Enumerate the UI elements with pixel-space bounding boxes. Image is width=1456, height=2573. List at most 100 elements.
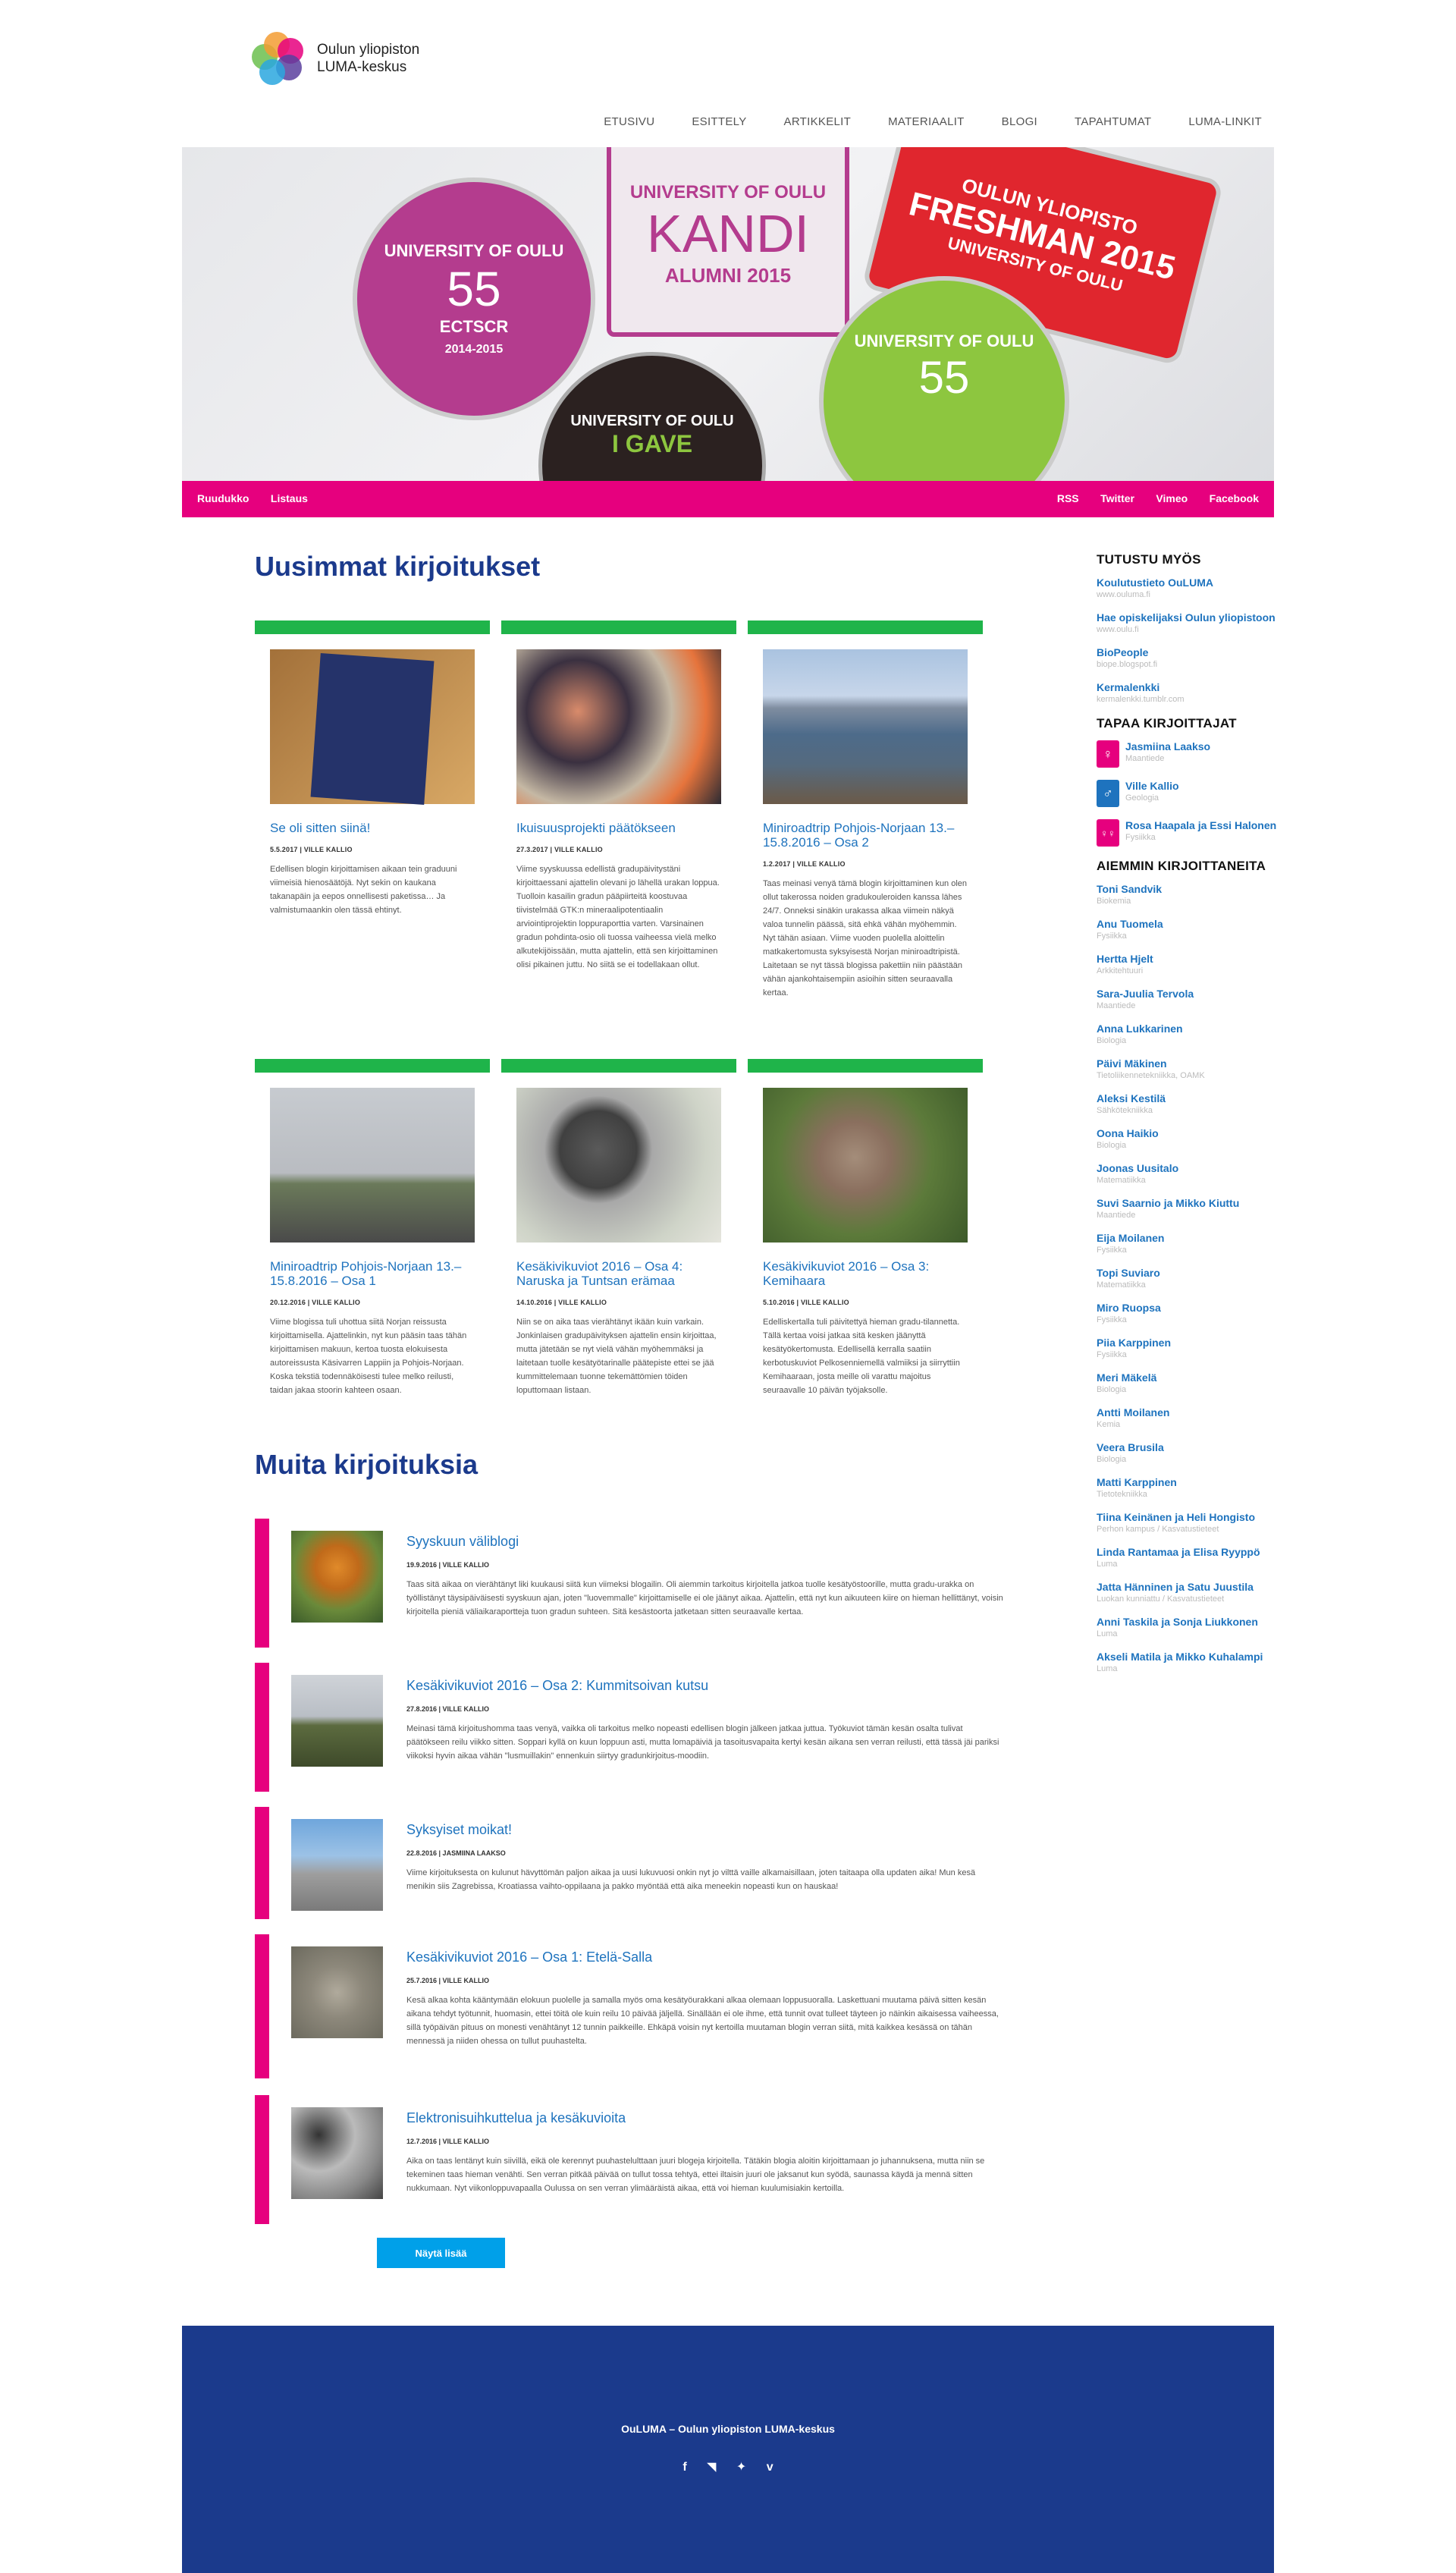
nav-artikkelit[interactable]: ARTIKKELIT — [784, 115, 852, 128]
past-writer-name[interactable]: Matti Karppinen — [1097, 1476, 1286, 1488]
footer-title: OuLUMA – Oulun yliopiston LUMA-keskus — [621, 2423, 835, 2435]
twitter-link[interactable]: Twitter — [1100, 492, 1134, 504]
post-thumb[interactable] — [291, 1946, 383, 2038]
list-post[interactable]: Kesäkivikuviot 2016 – Osa 2: Kummitsoiva… — [255, 1663, 1006, 1792]
post-card[interactable]: Se oli sitten siinä! 5.5.2017 | VILLE KA… — [255, 620, 490, 917]
post-card[interactable]: Miniroadtrip Pohjois-Norjaan 13.–15.8.20… — [748, 620, 983, 1000]
past-writer-name[interactable]: Suvi Saarnio ja Mikko Kiuttu — [1097, 1197, 1286, 1209]
post-card[interactable]: Ikuisuusprojekti päätökseen 27.3.2017 | … — [501, 620, 736, 972]
logo-line1: Oulun yliopiston — [317, 42, 420, 58]
explore-link[interactable]: Kermalenkki — [1097, 681, 1286, 693]
list-post[interactable]: Elektronisuihkuttelua ja kesäkuvioita 12… — [255, 2095, 1006, 2224]
past-writer-name[interactable]: Antti Moilanen — [1097, 1406, 1286, 1418]
past-writer-name[interactable]: Topi Suviaro — [1097, 1267, 1286, 1279]
post-title[interactable]: Elektronisuihkuttelua ja kesäkuvioita — [406, 2110, 626, 2126]
rss-icon[interactable]: ◥ — [707, 2459, 716, 2474]
past-writer-name[interactable]: Miro Ruopsa — [1097, 1302, 1286, 1314]
rss-link[interactable]: RSS — [1057, 492, 1079, 504]
past-writer-field: Maantiede — [1097, 1211, 1136, 1220]
past-writers-heading: AIEMMIN KIRJOITTANEITA — [1097, 859, 1266, 873]
post-thumb[interactable] — [291, 1531, 383, 1623]
past-writer-name[interactable]: Tiina Keinänen ja Heli Hongisto — [1097, 1511, 1286, 1523]
nav-tapahtumat[interactable]: TAPAHTUMAT — [1075, 115, 1151, 128]
past-writer-name[interactable]: Hertta Hjelt — [1097, 953, 1286, 965]
post-thumb[interactable] — [291, 1675, 383, 1767]
card-image[interactable] — [516, 649, 721, 804]
explore-link[interactable]: Koulutustieto OuLUMA — [1097, 576, 1286, 589]
writer-item[interactable]: ♀♀ Rosa Haapala ja Essi Halonen Fysiikka — [1097, 819, 1286, 847]
list-post[interactable]: Syyskuun väliblogi 19.9.2016 | VILLE KAL… — [255, 1519, 1006, 1648]
past-writer-name[interactable]: Linda Rantamaa ja Elisa Ryyppö — [1097, 1546, 1286, 1558]
writer-name[interactable]: Rosa Haapala ja Essi Halonen — [1125, 819, 1276, 831]
past-writer-name[interactable]: Päivi Mäkinen — [1097, 1057, 1286, 1070]
past-writer-name[interactable]: Anna Lukkarinen — [1097, 1023, 1286, 1035]
past-writer-field: Fysiikka — [1097, 931, 1127, 941]
post-thumb[interactable] — [291, 1819, 383, 1911]
twitter-icon[interactable]: ✦ — [736, 2459, 746, 2474]
past-writer-name[interactable]: Aleksi Kestilä — [1097, 1092, 1286, 1104]
card-title[interactable]: Miniroadtrip Pohjois-Norjaan 13.–15.8.20… — [763, 821, 968, 850]
past-writer-field: Fysiikka — [1097, 1350, 1127, 1359]
post-meta: 27.8.2016 | VILLE KALLIO — [406, 1705, 490, 1713]
writer-name[interactable]: Jasmiina Laakso — [1125, 740, 1210, 752]
grid-view-link[interactable]: Ruudukko — [197, 492, 249, 504]
past-writer-name[interactable]: Piia Karppinen — [1097, 1337, 1286, 1349]
explore-link[interactable]: BioPeople — [1097, 646, 1286, 658]
card-image[interactable] — [270, 649, 475, 806]
post-title[interactable]: Kesäkivikuviot 2016 – Osa 1: Etelä-Salla — [406, 1949, 652, 1965]
nav-luma-linkit[interactable]: LUMA-LINKIT — [1188, 115, 1262, 128]
writer-field: Geologia — [1125, 793, 1159, 803]
past-writer-name[interactable]: Sara-Juulia Tervola — [1097, 988, 1286, 1000]
writer-name[interactable]: Ville Kallio — [1125, 780, 1179, 792]
nav-etusivu[interactable]: ETUSIVU — [604, 115, 654, 128]
past-writer-name[interactable]: Toni Sandvik — [1097, 883, 1286, 895]
post-card[interactable]: Kesäkivikuviot 2016 – Osa 4: Naruska ja … — [501, 1059, 736, 1397]
badge5-num: 55 — [918, 351, 970, 403]
badge4-top: UNIVERSITY OF OULU — [570, 413, 734, 429]
vimeo-icon[interactable]: v — [767, 2461, 774, 2474]
past-writer-name[interactable]: Meri Mäkelä — [1097, 1371, 1286, 1384]
explore-link[interactable]: Hae opiskelijaksi Oulun yliopistoon — [1097, 611, 1286, 624]
show-more-button[interactable]: Näytä lisää — [377, 2238, 505, 2268]
post-thumb[interactable] — [291, 2107, 383, 2199]
past-writer-field: Biologia — [1097, 1385, 1127, 1394]
card-title[interactable]: Kesäkivikuviot 2016 – Osa 3: Kemihaara — [763, 1259, 968, 1288]
card-title[interactable]: Miniroadtrip Pohjois-Norjaan 13.–15.8.20… — [270, 1259, 475, 1288]
post-title[interactable]: Syyskuun väliblogi — [406, 1534, 519, 1550]
writer-item[interactable]: ♂ Ville Kallio Geologia — [1097, 780, 1286, 807]
card-image[interactable] — [516, 1088, 721, 1243]
post-title[interactable]: Syksyiset moikat! — [406, 1822, 512, 1838]
card-title[interactable]: Kesäkivikuviot 2016 – Osa 4: Naruska ja … — [516, 1259, 721, 1288]
past-writer-name[interactable]: Eija Moilanen — [1097, 1232, 1286, 1244]
post-title[interactable]: Kesäkivikuviot 2016 – Osa 2: Kummitsoiva… — [406, 1678, 708, 1694]
list-post[interactable]: Syksyiset moikat! 22.8.2016 | JASMIINA L… — [255, 1807, 1006, 1919]
card-excerpt: Taas meinasi venyä tämä blogin kirjoitta… — [763, 879, 968, 997]
facebook-link[interactable]: Facebook — [1210, 492, 1259, 504]
past-writer-name[interactable]: Oona Haikio — [1097, 1127, 1286, 1139]
nav-blogi[interactable]: BLOGI — [1002, 115, 1037, 128]
list-view-link[interactable]: Listaus — [271, 492, 308, 504]
card-image[interactable] — [270, 1088, 475, 1243]
vimeo-link[interactable]: Vimeo — [1156, 492, 1188, 504]
past-writer-name[interactable]: Anni Taskila ja Sonja Liukkonen — [1097, 1616, 1286, 1628]
site-logo[interactable]: Oulun yliopiston LUMA-keskus — [250, 30, 419, 86]
nav-materiaalit[interactable]: MATERIAALIT — [888, 115, 965, 128]
view-toggle: Ruudukko Listaus — [197, 492, 326, 506]
card-title[interactable]: Ikuisuusprojekti päätökseen — [516, 821, 721, 835]
past-writer-name[interactable]: Joonas Uusitalo — [1097, 1162, 1286, 1174]
past-writer-name[interactable]: Veera Brusila — [1097, 1441, 1286, 1453]
post-card[interactable]: Miniroadtrip Pohjois-Norjaan 13.–15.8.20… — [255, 1059, 490, 1397]
card-title[interactable]: Se oli sitten siinä! — [270, 821, 475, 835]
badge2-top: UNIVERSITY OF OULU — [629, 181, 827, 203]
card-image[interactable] — [763, 1088, 968, 1243]
post-meta: 22.8.2016 | JASMIINA LAAKSO — [406, 1849, 506, 1857]
past-writer-name[interactable]: Akseli Matila ja Mikko Kuhalampi — [1097, 1651, 1286, 1663]
nav-esittely[interactable]: ESITTELY — [692, 115, 746, 128]
card-image[interactable] — [763, 649, 968, 804]
past-writer-name[interactable]: Jatta Hänninen ja Satu Juustila — [1097, 1581, 1286, 1593]
facebook-icon[interactable]: f — [682, 2461, 686, 2474]
writer-item[interactable]: ♀ Jasmiina Laakso Maantiede — [1097, 740, 1286, 768]
list-post[interactable]: Kesäkivikuviot 2016 – Osa 1: Etelä-Salla… — [255, 1934, 1006, 2078]
past-writer-name[interactable]: Anu Tuomela — [1097, 918, 1286, 930]
post-card[interactable]: Kesäkivikuviot 2016 – Osa 3: Kemihaara 5… — [748, 1059, 983, 1397]
